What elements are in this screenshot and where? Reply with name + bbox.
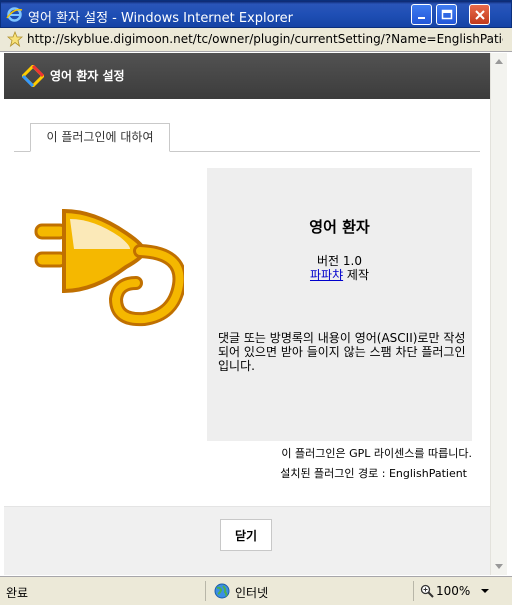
star-icon[interactable] <box>7 31 23 47</box>
status-text: 완료 <box>6 586 29 600</box>
plugin-info-box: 영어 환자 버전 1.0 파파챠 제작 댓글 또는 방명록의 내용이 영어(AS… <box>207 168 472 441</box>
close-icon <box>475 10 485 20</box>
header-title: 영어 환자 설정 <box>50 69 125 83</box>
window-title-bar[interactable]: 영어 환자 설정 - Windows Internet Explorer <box>0 0 512 28</box>
settings-header: 영어 환자 설정 <box>4 53 490 99</box>
maximize-icon <box>441 9 453 20</box>
plugin-description: 댓글 또는 방명록의 내용이 영어(ASCII)로만 작성되어 있으면 받아 들… <box>218 331 466 373</box>
zoom-dropdown-icon[interactable] <box>481 589 489 593</box>
footer: 닫기 <box>4 506 490 575</box>
logo-icon <box>22 65 44 87</box>
minimize-button[interactable] <box>411 4 432 25</box>
status-bar: 완료 인터넷 100% <box>0 576 512 605</box>
author-link[interactable]: 파파챠 <box>310 268 343 282</box>
maximize-button[interactable] <box>436 4 457 25</box>
tab-about-plugin[interactable]: 이 플러그인에 대하여 <box>30 123 170 152</box>
plugin-author-line: 파파챠 제작 <box>207 266 472 283</box>
author-suffix: 제작 <box>343 268 370 282</box>
zoom-icon[interactable] <box>420 584 434 598</box>
install-path-text: 설치된 플러그인 경로 : EnglishPatient <box>280 467 467 480</box>
vertical-scrollbar[interactable] <box>490 53 507 575</box>
address-bar: http://skyblue.digimoon.net/tc/owner/plu… <box>0 28 512 52</box>
status-separator <box>205 581 206 601</box>
close-button[interactable]: 닫기 <box>220 519 272 551</box>
security-zone-text: 인터넷 <box>235 586 269 600</box>
minimize-icon <box>418 17 425 19</box>
scroll-up-icon[interactable] <box>495 59 503 64</box>
globe-icon <box>214 583 230 599</box>
plugin-name: 영어 환자 <box>309 218 370 236</box>
zoom-level[interactable]: 100% <box>436 584 470 598</box>
license-text: 이 플러그인은 GPL 라이센스를 따릅니다. <box>281 447 472 460</box>
scroll-down-icon[interactable] <box>495 564 503 569</box>
internet-explorer-icon <box>6 7 23 22</box>
status-separator <box>413 581 414 601</box>
window-title: 영어 환자 설정 - Windows Internet Explorer <box>28 11 294 26</box>
page-content: 영어 환자 설정 이 플러그인에 대하여 영어 환자 버전 1.0 파파챠 제작… <box>4 53 490 575</box>
close-window-button[interactable] <box>469 4 490 25</box>
url-field[interactable]: http://skyblue.digimoon.net/tc/owner/plu… <box>27 32 503 49</box>
plug-icon <box>34 208 184 327</box>
